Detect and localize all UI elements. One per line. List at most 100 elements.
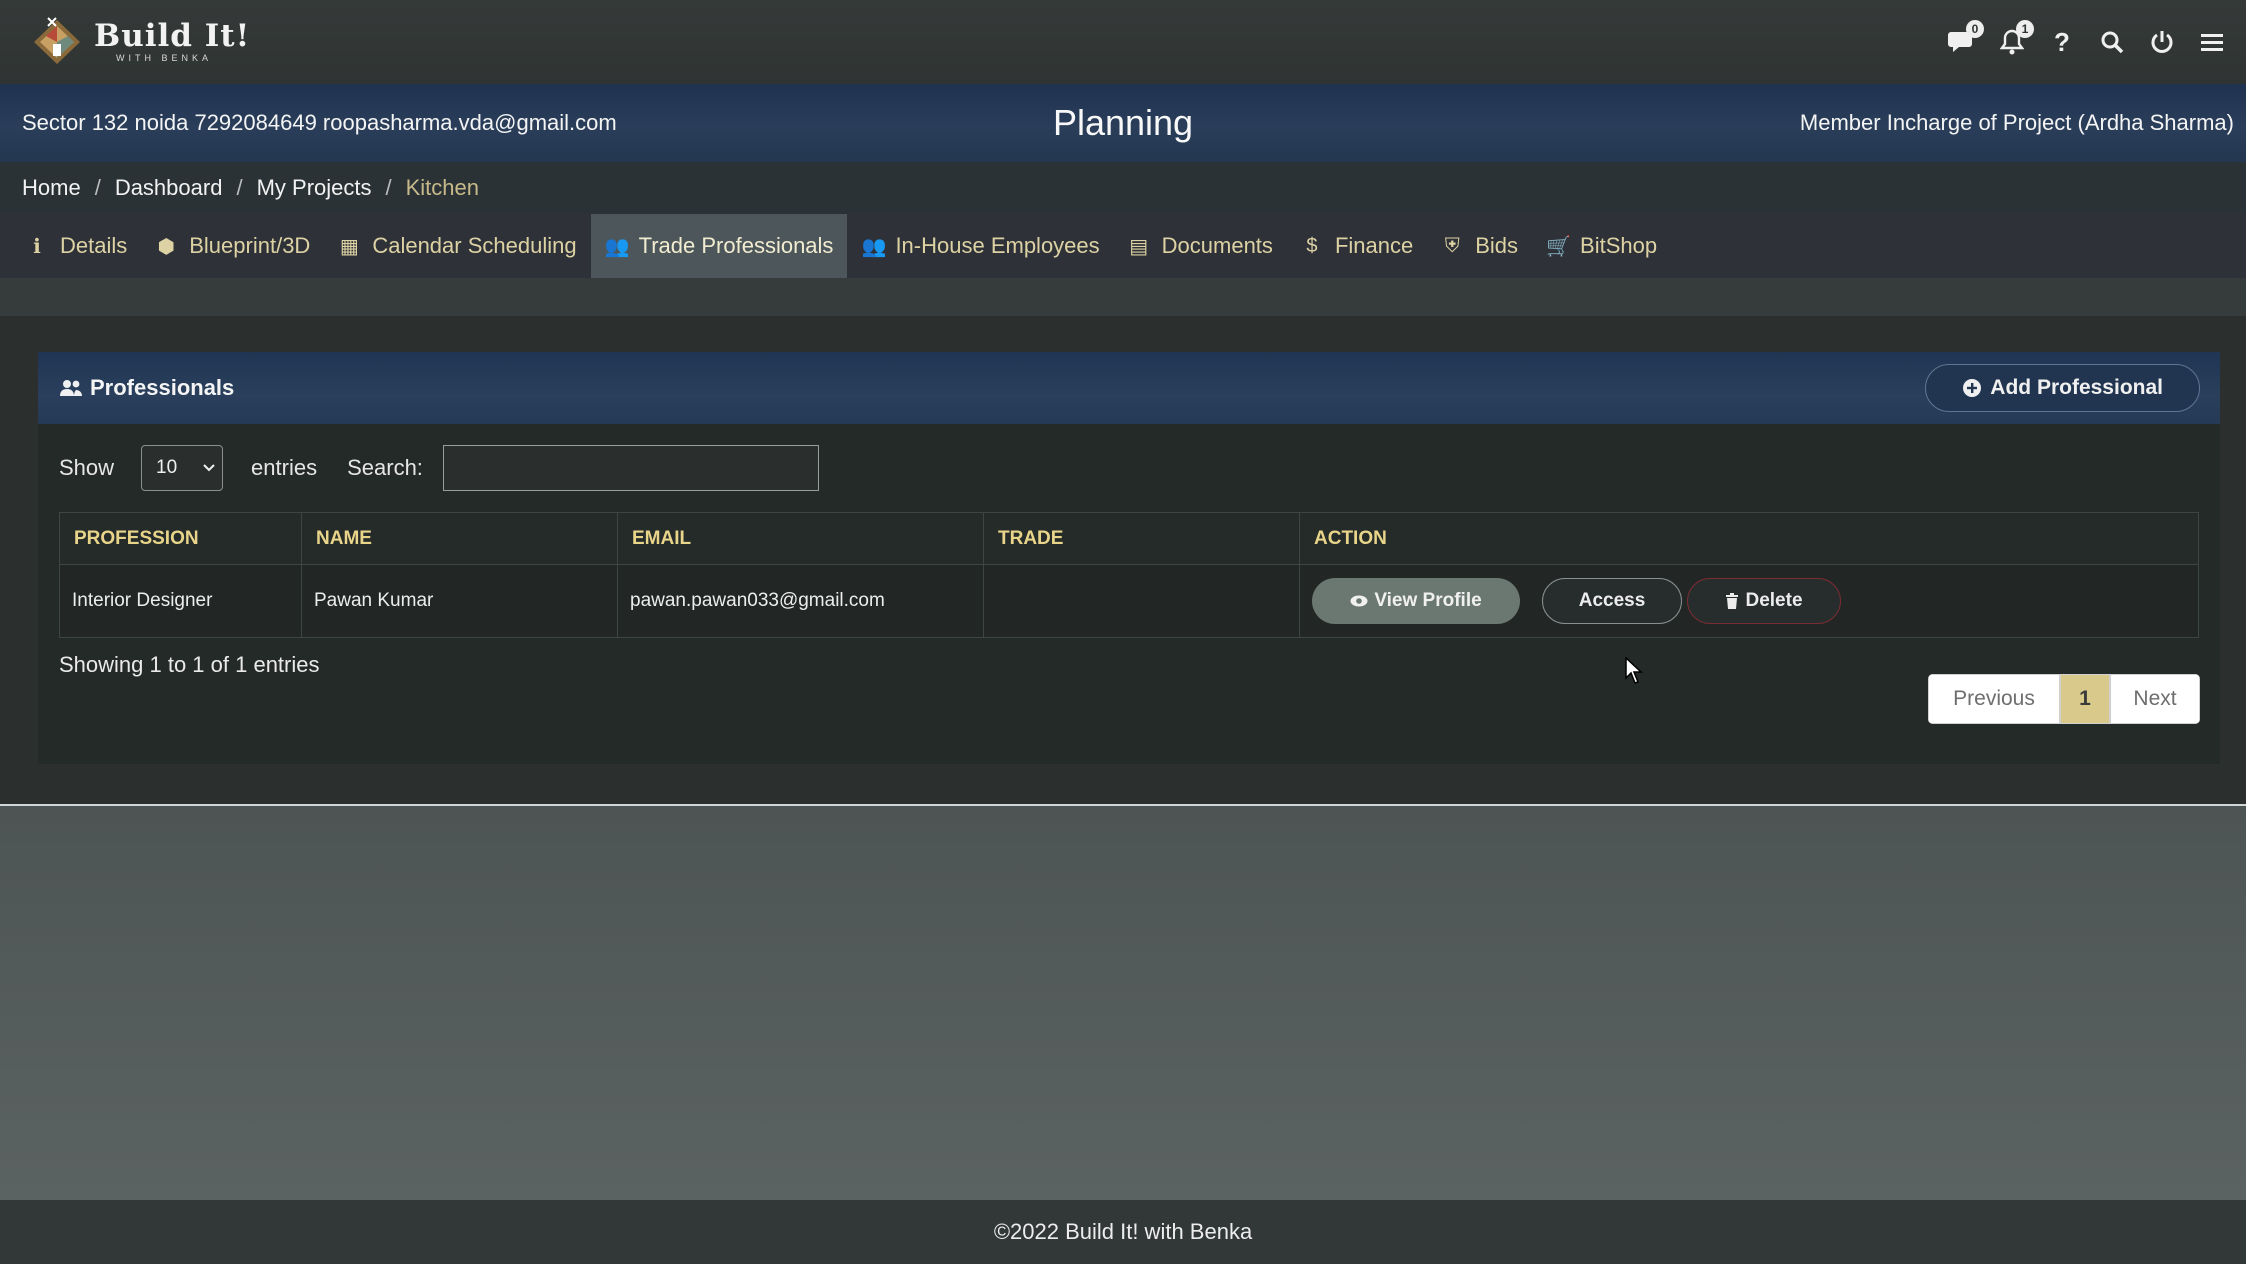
pagination: Previous 1 Next	[1928, 674, 2200, 724]
delete-button[interactable]: Delete	[1687, 578, 1841, 624]
tab-label: Documents	[1161, 233, 1273, 258]
table-row: Interior Designer Pawan Kumar pawan.pawa…	[59, 564, 2199, 638]
search-label: Search:	[347, 455, 423, 480]
card-header: Professionals Add Professional	[38, 352, 2220, 424]
search-input[interactable]	[442, 445, 819, 491]
bell-icon[interactable]: 1	[1998, 20, 2034, 56]
tab-label: Details	[60, 233, 128, 258]
breadcrumb-kitchen: Kitchen	[405, 175, 480, 200]
card-title: Professionals	[60, 375, 234, 401]
tab-label: BitShop	[1580, 233, 1658, 258]
dollar-icon: $	[1306, 234, 1318, 257]
entries-label: entries	[251, 455, 318, 480]
tab-finance[interactable]: $ Finance	[1287, 214, 1427, 278]
cell-trade	[983, 564, 1300, 638]
page-footer: ©2022 Build It! with Benka	[0, 1200, 2246, 1264]
brand-title: Build It!	[94, 18, 251, 54]
users-icon	[60, 380, 82, 396]
eye-icon	[1350, 595, 1368, 607]
project-stage: Planning	[1052, 102, 1194, 143]
brand-subtitle: WITH BENKA	[116, 53, 213, 63]
table-footer: Showing 1 to 1 of 1 entries Previous 1 N…	[38, 638, 2220, 738]
card-title-text: Professionals	[90, 375, 235, 400]
tab-blueprint[interactable]: ⬢ Blueprint/3D	[141, 214, 324, 278]
entries-summary: Showing 1 to 1 of 1 entries	[59, 652, 320, 677]
tab-label: In-House Employees	[895, 233, 1100, 258]
add-professional-label: Add Professional	[1990, 376, 2163, 399]
chat-icon[interactable]: 0	[1948, 20, 1984, 56]
column-header-profession[interactable]: PROFESSION	[59, 512, 302, 565]
page-size-select[interactable]: 10	[141, 445, 224, 491]
column-header-action: ACTION	[1299, 512, 2199, 565]
page-size-value: 10	[156, 457, 178, 478]
tab-calendar-scheduling[interactable]: ▦ Calendar Scheduling	[324, 214, 590, 278]
tab-underline-strip	[0, 278, 2246, 316]
breadcrumb-separator: /	[94, 175, 101, 200]
power-icon[interactable]	[2148, 28, 2176, 56]
cell-actions: View Profile Access Delete	[1299, 564, 2199, 638]
shield-icon: ⛨	[1444, 234, 1460, 257]
file-icon: ▤	[1129, 235, 1149, 258]
tab-label: Calendar Scheduling	[372, 233, 577, 258]
column-header-name[interactable]: NAME	[301, 512, 618, 565]
mouse-cursor-icon	[1625, 657, 1643, 684]
tab-details[interactable]: ℹ Details	[12, 214, 141, 278]
table-controls: Show 10 entries Search:	[38, 424, 2220, 512]
project-member: Member Incharge of Project (Ardha Sharma…	[1799, 110, 2234, 135]
breadcrumb-separator: /	[236, 175, 243, 200]
chat-badge: 0	[1966, 20, 1984, 38]
logo-mark-icon	[34, 17, 80, 64]
tab-bids[interactable]: ⛨ Bids	[1427, 214, 1532, 278]
cell-name: Pawan Kumar	[301, 564, 618, 638]
cell-profession: Interior Designer	[59, 564, 302, 638]
access-button[interactable]: Access	[1542, 578, 1682, 624]
view-profile-label: View Profile	[1374, 590, 1482, 611]
search-icon[interactable]	[2098, 28, 2126, 56]
bell-badge: 1	[2016, 20, 2034, 38]
cell-email: pawan.pawan033@gmail.com	[617, 564, 984, 638]
users-icon: 👥	[861, 235, 887, 258]
next-page-button[interactable]: Next	[2110, 674, 2200, 724]
tab-documents[interactable]: ▤ Documents	[1114, 214, 1287, 278]
calendar-icon: ▦	[339, 235, 359, 258]
help-icon[interactable]: ?	[2048, 27, 2076, 57]
tab-label: Blueprint/3D	[189, 233, 311, 258]
breadcrumb-separator: /	[385, 175, 392, 200]
main-section: Professionals Add Professional Show 10 e…	[0, 316, 2246, 804]
top-icons: 0 1 ?	[1948, 20, 2226, 57]
breadcrumb-my-projects[interactable]: My Projects	[257, 175, 372, 201]
menu-icon[interactable]	[2198, 28, 2226, 56]
tab-bitshop[interactable]: 🛒 BitShop	[1532, 214, 1671, 278]
tab-label: Trade Professionals	[638, 233, 834, 258]
cart-icon: 🛒	[1546, 235, 1571, 258]
breadcrumb: Home / Dashboard / My Projects / Kitchen	[0, 162, 2246, 214]
add-professional-button[interactable]: Add Professional	[1925, 364, 2200, 412]
view-profile-button[interactable]: View Profile	[1312, 578, 1520, 624]
access-label: Access	[1578, 590, 1646, 611]
show-label: Show	[59, 455, 115, 480]
empty-area	[0, 806, 2246, 1200]
tab-trade-professionals[interactable]: 👥 Trade Professionals	[590, 214, 848, 278]
breadcrumb-home[interactable]: Home	[22, 175, 81, 201]
users-icon: 👥	[604, 235, 630, 258]
copyright-text: ©2022 Build It! with Benka	[993, 1219, 1253, 1244]
project-contact: Sector 132 noida 7292084649 roopasharma.…	[22, 110, 617, 135]
column-header-trade[interactable]: TRADE	[983, 512, 1300, 565]
tab-label: Bids	[1475, 233, 1519, 258]
page-1-button[interactable]: 1	[2060, 674, 2110, 724]
tab-label: Finance	[1334, 233, 1414, 258]
breadcrumb-dashboard[interactable]: Dashboard	[115, 175, 223, 201]
column-header-email[interactable]: EMAIL	[617, 512, 984, 565]
chevron-down-icon	[203, 464, 215, 472]
previous-page-button[interactable]: Previous	[1928, 674, 2060, 724]
professionals-card: Professionals Add Professional Show 10 e…	[38, 352, 2220, 764]
cubes-icon: ⬢	[157, 235, 175, 258]
tab-in-house-employees[interactable]: 👥 In-House Employees	[847, 214, 1113, 278]
project-tabs: ℹ Details ⬢ Blueprint/3D ▦ Calendar Sche…	[0, 214, 2246, 278]
trash-icon	[1726, 593, 1739, 609]
project-header: Sector 132 noida 7292084649 roopasharma.…	[0, 84, 2246, 162]
brand-logo[interactable]: Build It! WITH BENKA	[28, 14, 250, 70]
table-header-row: PROFESSION NAME EMAIL TRADE ACTION	[59, 512, 2199, 565]
professionals-table: PROFESSION NAME EMAIL TRADE ACTION Inter…	[59, 512, 2199, 638]
top-navbar: Build It! WITH BENKA 0 1 ?	[0, 0, 2246, 84]
